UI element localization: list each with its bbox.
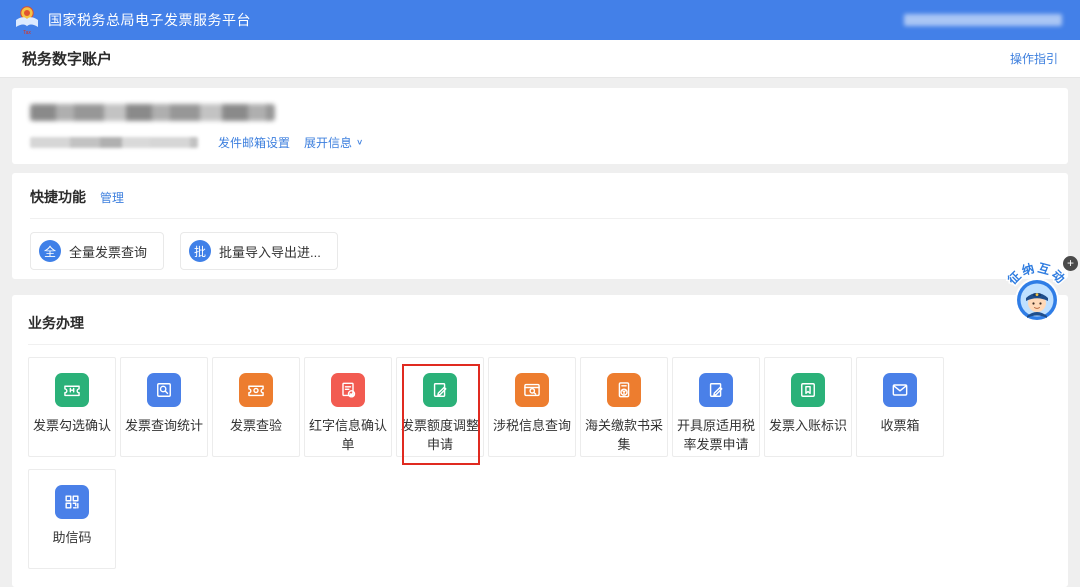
divider (30, 218, 1050, 219)
business-item[interactable]: 发票查验 (212, 357, 300, 457)
business-item[interactable]: 红字信息确认单 (304, 357, 392, 457)
quick-function-badge-icon: 批 (189, 240, 211, 262)
quick-function-label: 批量导入导出进... (219, 242, 321, 261)
quick-function-label: 全量发票查询 (69, 242, 147, 261)
interaction-widget[interactable]: 征纳互动 (1004, 252, 1070, 326)
quota-adjust-icon (423, 373, 457, 407)
quick-function-badge-icon: 全 (39, 240, 61, 262)
manage-link[interactable]: 管理 (100, 189, 124, 206)
business-item[interactable]: 发票查询统计 (120, 357, 208, 457)
business-handling-title: 业务办理 (28, 313, 84, 333)
business-item-label: 涉税信息查询 (489, 417, 575, 436)
page-title: 税务数字账户 (22, 48, 112, 69)
redacted-taxpayer-id (30, 137, 198, 148)
sender-email-settings-link[interactable]: 发件邮箱设置 (218, 134, 290, 151)
business-item-label: 发票查询统计 (121, 417, 207, 436)
plus-button[interactable]: + (1063, 256, 1078, 271)
taxpayer-info-card: 发件邮箱设置 展开信息 ∨ (12, 88, 1068, 164)
operation-guide-link[interactable]: 操作指引 (1010, 50, 1058, 67)
redacted-user-info (904, 14, 1062, 26)
app-title: 国家税务总局电子发票服务平台 (48, 10, 251, 30)
officer-avatar-icon (1015, 278, 1059, 322)
business-item-label: 海关缴款书采集 (581, 417, 667, 455)
business-item-label: 发票勾选确认 (29, 417, 115, 436)
business-item[interactable]: 助信码 (28, 469, 116, 569)
business-item[interactable]: 收票箱 (856, 357, 944, 457)
assist-code-icon (55, 485, 89, 519)
business-item-label: 发票查验 (226, 417, 286, 436)
quick-functions-title: 快捷功能 (30, 187, 86, 207)
quick-items: 全 全量发票查询 批 批量导入导出进... (30, 232, 1050, 270)
divider (28, 344, 1050, 345)
invoice-verify-icon (239, 373, 273, 407)
business-item-label: 开具原适用税率发票申请 (673, 417, 759, 455)
page-titlebar: 税务数字账户 操作指引 (0, 40, 1080, 78)
quick-functions-card: 快捷功能 管理 全 全量发票查询 批 批量导入导出进... (12, 173, 1068, 279)
invoice-entry-icon (791, 373, 825, 407)
business-item-label: 助信码 (48, 529, 95, 548)
business-item-label: 发票入账标识 (765, 417, 851, 436)
original-rate-apply-icon (699, 373, 733, 407)
business-item[interactable]: 发票入账标识 (764, 357, 852, 457)
business-handling-card: 业务办理 发票勾选确认 发票查询统计 发票查验 红字信息确认单 发票额度调整申请… (12, 295, 1068, 587)
red-letter-confirm-icon (331, 373, 365, 407)
business-item-label: 红字信息确认单 (305, 417, 391, 455)
expand-info-link[interactable]: 展开信息 (304, 134, 352, 151)
quick-function-button[interactable]: 全 全量发票查询 (30, 232, 164, 270)
business-item[interactable]: 涉税信息查询 (488, 357, 576, 457)
tax-emblem-icon: Tax (14, 5, 40, 35)
customs-payment-icon (607, 373, 641, 407)
svg-text:Tax: Tax (23, 30, 31, 35)
business-grid: 发票勾选确认 发票查询统计 发票查验 红字信息确认单 发票额度调整申请 涉税信息… (28, 357, 958, 569)
quick-function-button[interactable]: 批 批量导入导出进... (180, 232, 338, 270)
tax-info-query-icon (515, 373, 549, 407)
business-item-highlighted[interactable]: 发票额度调整申请 (396, 357, 484, 457)
invoice-select-icon (55, 373, 89, 407)
business-item-label: 收票箱 (876, 417, 923, 436)
redacted-taxpayer-name (30, 104, 275, 121)
app-header: Tax 国家税务总局电子发票服务平台 (0, 0, 1080, 40)
chevron-down-icon[interactable]: ∨ (356, 138, 363, 147)
business-item[interactable]: 发票勾选确认 (28, 357, 116, 457)
business-item[interactable]: 海关缴款书采集 (580, 357, 668, 457)
invoice-query-icon (147, 373, 181, 407)
business-item-label: 发票额度调整申请 (397, 417, 483, 455)
business-item[interactable]: 开具原适用税率发票申请 (672, 357, 760, 457)
inbox-icon (883, 373, 917, 407)
